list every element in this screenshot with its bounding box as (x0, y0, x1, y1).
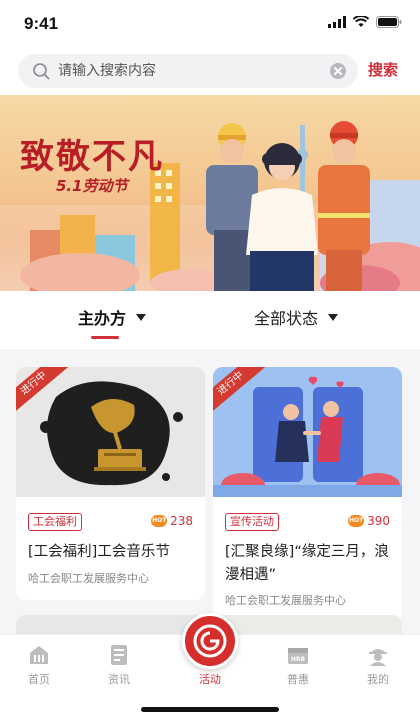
search-button[interactable]: 搜索 (368, 59, 398, 80)
home-icon (30, 646, 48, 664)
hot-icon (151, 515, 168, 527)
tab-mine-label: 我的 (367, 673, 389, 686)
hot-icon (348, 515, 365, 527)
svg-text:HRB: HRB (291, 656, 306, 663)
card-image: 进行中 (16, 367, 205, 497)
battery-icon (376, 16, 402, 28)
filter-status-label: 全部状态 (254, 309, 319, 328)
heat-value: 390 (367, 514, 390, 528)
activity-card[interactable]: 进行中 工会福利 238 [工会福利]工会音乐节 哈工会职工发展服务中心 (16, 367, 205, 600)
search-row: 搜索 (0, 54, 420, 90)
card-organizer: 哈工会职工发展服务中心 (225, 594, 346, 607)
news-icon (111, 645, 127, 665)
caret-down-icon (136, 313, 147, 321)
card-title: [工会福利]工会音乐节 (28, 544, 170, 560)
home-indicator (141, 707, 279, 712)
caret-down-icon (328, 313, 339, 321)
heat-count: 390 (348, 514, 390, 528)
tab-news-label: 资讯 (108, 673, 130, 686)
card-organizer: 哈工会职工发展服务中心 (28, 572, 149, 585)
heat-value: 238 (170, 514, 193, 528)
tab-benefit[interactable]: HRB 普惠 (268, 643, 328, 687)
status-bar: 9:41 (0, 0, 420, 48)
tab-home[interactable]: 首页 (9, 643, 69, 687)
search-input[interactable] (58, 54, 328, 88)
wifi-icon (353, 16, 369, 27)
banner-subtitle: 5.1劳动节 (56, 177, 128, 195)
tab-activity-label: 活动 (199, 673, 221, 686)
signal-icon (328, 16, 346, 28)
filter-organizer-label: 主办方 (78, 309, 127, 328)
tab-benefit-label: 普惠 (287, 673, 309, 686)
tab-activity[interactable]: 活动 (180, 613, 240, 687)
card-image: 进行中 (213, 367, 402, 497)
status-time: 9:41 (24, 14, 59, 33)
filter-status[interactable]: 全部状态 (254, 305, 339, 329)
banner-title: 致敬不凡 (20, 137, 164, 177)
tab-news[interactable]: 资讯 (89, 643, 149, 687)
filter-active-indicator (91, 336, 119, 339)
filter-row: 主办方 全部状态 (0, 291, 420, 349)
heat-count: 238 (151, 514, 193, 528)
filter-organizer[interactable]: 主办方 (78, 305, 147, 329)
clear-icon[interactable] (330, 63, 346, 79)
activity-card[interactable]: 进行中 宣传活动 390 [汇聚良缘]“缘定三月，浪漫相遇” 哈工会职工发展服务… (213, 367, 402, 623)
status-icons (328, 15, 402, 29)
benefit-icon: HRB (288, 648, 308, 664)
search-box[interactable] (18, 54, 358, 88)
tab-mine[interactable]: 我的 (348, 643, 408, 687)
search-icon (33, 63, 50, 80)
activity-icon (182, 613, 238, 669)
banner[interactable]: 致敬不凡 5.1劳动节 (0, 95, 420, 291)
profile-icon (369, 649, 387, 666)
card-title: [汇聚良缘]“缘定三月，浪漫相遇” (225, 544, 389, 583)
tab-home-label: 首页 (28, 673, 50, 686)
category-tag: 宣传活动 (225, 513, 279, 531)
category-tag: 工会福利 (28, 513, 82, 531)
